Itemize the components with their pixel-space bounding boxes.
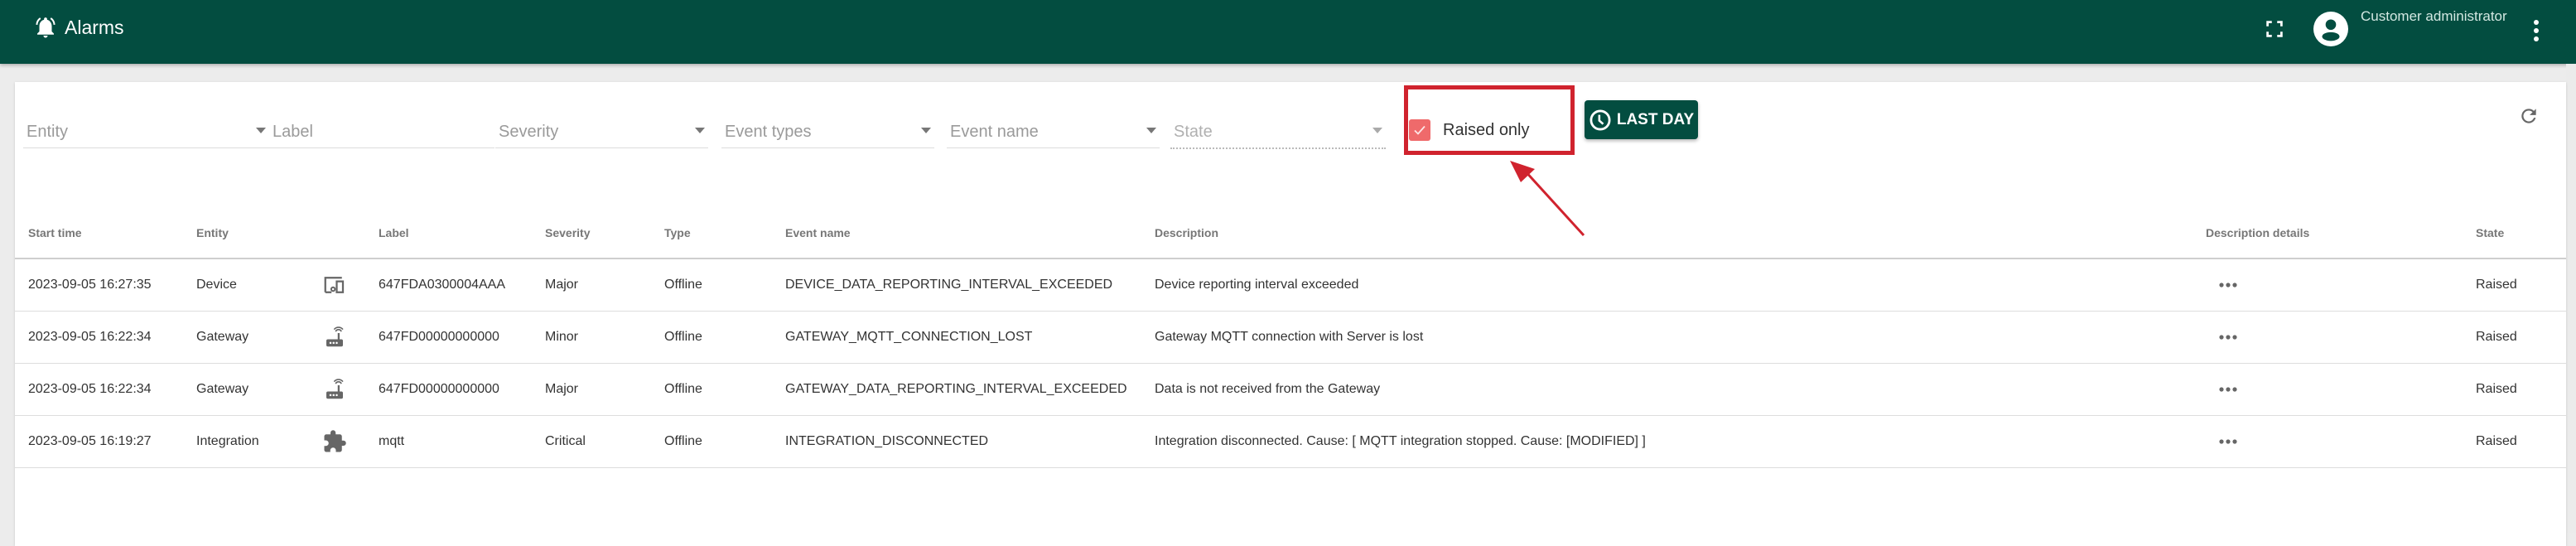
chevron-down-icon [1372, 128, 1382, 133]
entity-icon-cell [312, 311, 379, 364]
refresh-icon[interactable] [2518, 105, 2540, 127]
more-horiz-icon[interactable] [2218, 334, 2238, 341]
entity-filter-placeholder: Entity [27, 123, 69, 141]
state-cell: Raised [2476, 311, 2566, 364]
entity-icon-cell [312, 259, 379, 312]
device-icon [324, 277, 345, 293]
entity-cell: Gateway [196, 363, 312, 416]
fullscreen-icon[interactable] [2264, 18, 2285, 40]
severity-cell: Major [545, 363, 664, 416]
time-window-label: LAST DAY [1616, 110, 1695, 128]
label-cell: 647FD00000000000 [379, 363, 545, 416]
table-row[interactable]: 2023-09-05 16:22:34 Gateway 647FD0000000… [15, 311, 2566, 364]
chevron-down-icon [921, 128, 931, 133]
column-header-entity[interactable]: Entity [196, 207, 312, 259]
start-time-cell: 2023-09-05 16:27:35 [15, 259, 196, 312]
entity-icon-cell [312, 363, 379, 416]
severity-cell: Minor [545, 311, 664, 364]
column-header-start-time[interactable]: Start time [15, 207, 196, 259]
start-time-cell: 2023-09-05 16:22:34 [15, 363, 196, 416]
page-title-group: Alarms [33, 15, 124, 40]
start-time-cell: 2023-09-05 16:22:34 [15, 311, 196, 364]
label-filter[interactable]: Label [269, 118, 494, 148]
column-header-type[interactable]: Type [664, 207, 785, 259]
table-row[interactable]: 2023-09-05 16:19:27 Integration mqtt Cri… [15, 415, 2566, 468]
event-types-filter[interactable]: Event types [721, 118, 934, 148]
severity-filter[interactable]: Severity [495, 118, 708, 148]
column-header-description[interactable]: Description [1155, 207, 2206, 259]
router-icon [326, 379, 344, 399]
page-scrollbar-track[interactable] [2566, 64, 2576, 533]
column-header-label[interactable]: Label [379, 207, 545, 259]
router-icon [326, 326, 344, 347]
state-cell: Raised [2476, 415, 2566, 468]
type-cell: Offline [664, 311, 785, 364]
annotation-highlight-box [1404, 85, 1575, 155]
more-vert-icon[interactable] [2528, 17, 2545, 45]
column-header-severity[interactable]: Severity [545, 207, 664, 259]
column-header-description-details: Description details [2206, 207, 2476, 259]
alarms-table: Start time Entity Label Severity Type Ev… [15, 207, 2566, 468]
column-header-entity-icon [312, 207, 379, 259]
chevron-down-icon [695, 128, 705, 133]
description-cell: Integration disconnected. Cause: [ MQTT … [1155, 415, 2206, 468]
alarms-card: Entity Label Severity Event types Event … [15, 82, 2566, 546]
table-row[interactable]: 2023-09-05 16:27:35 Device 647FDA0300004… [15, 259, 2566, 312]
label-cell: 647FD00000000000 [379, 311, 545, 364]
table-row[interactable]: 2023-09-05 16:22:34 Gateway 647FD0000000… [15, 363, 2566, 416]
account-circle-icon[interactable] [2313, 12, 2348, 46]
event-name-cell: GATEWAY_MQTT_CONNECTION_LOST [785, 311, 1155, 364]
severity-cell: Major [545, 259, 664, 312]
more-horiz-icon[interactable] [2218, 386, 2238, 393]
entity-cell: Gateway [196, 311, 312, 364]
entity-icon-cell [312, 415, 379, 468]
table-header-row: Start time Entity Label Severity Type Ev… [15, 207, 2566, 259]
severity-cell: Critical [545, 415, 664, 468]
page-title: Alarms [65, 16, 124, 38]
event-name-cell: DEVICE_DATA_REPORTING_INTERVAL_EXCEEDED [785, 259, 1155, 312]
type-cell: Offline [664, 415, 785, 468]
label-cell: 647FDA0300004AAA [379, 259, 545, 312]
time-window-button[interactable]: LAST DAY [1585, 100, 1698, 139]
user-name[interactable]: Customer administrator [2361, 8, 2507, 25]
state-cell: Raised [2476, 363, 2566, 416]
chevron-down-icon [1146, 128, 1156, 133]
description-cell: Device reporting interval exceeded [1155, 259, 2206, 312]
start-time-cell: 2023-09-05 16:19:27 [15, 415, 196, 468]
puzzle-icon [324, 430, 346, 452]
event-name-filter[interactable]: Event name [947, 118, 1160, 148]
type-cell: Offline [664, 259, 785, 312]
label-filter-placeholder: Label [273, 123, 313, 141]
event-name-filter-placeholder: Event name [950, 123, 1039, 141]
label-cell: mqtt [379, 415, 545, 468]
alarm-bell-icon [36, 17, 55, 38]
state-filter[interactable]: State [1170, 118, 1386, 149]
state-cell: Raised [2476, 259, 2566, 312]
type-cell: Offline [664, 363, 785, 416]
column-header-event-name[interactable]: Event name [785, 207, 1155, 259]
description-details-cell [2206, 259, 2476, 312]
description-cell: Data is not received from the Gateway [1155, 363, 2206, 416]
clock-icon [1589, 109, 1611, 130]
column-header-state[interactable]: State [2476, 207, 2566, 259]
state-filter-placeholder: State [1174, 123, 1213, 141]
event-name-cell: GATEWAY_DATA_REPORTING_INTERVAL_EXCEEDED [785, 363, 1155, 416]
entity-filter[interactable]: Entity [23, 118, 269, 148]
entity-cell: Device [196, 259, 312, 312]
event-types-filter-placeholder: Event types [725, 123, 812, 141]
severity-filter-placeholder: Severity [499, 123, 559, 141]
top-app-bar: Alarms Customer administrator [0, 0, 2576, 64]
more-horiz-icon[interactable] [2218, 282, 2238, 288]
event-name-cell: INTEGRATION_DISCONNECTED [785, 415, 1155, 468]
chevron-down-icon [256, 128, 266, 133]
description-cell: Gateway MQTT connection with Server is l… [1155, 311, 2206, 364]
description-details-cell [2206, 415, 2476, 468]
entity-cell: Integration [196, 415, 312, 468]
more-horiz-icon[interactable] [2218, 438, 2238, 445]
description-details-cell [2206, 363, 2476, 416]
description-details-cell [2206, 311, 2476, 364]
